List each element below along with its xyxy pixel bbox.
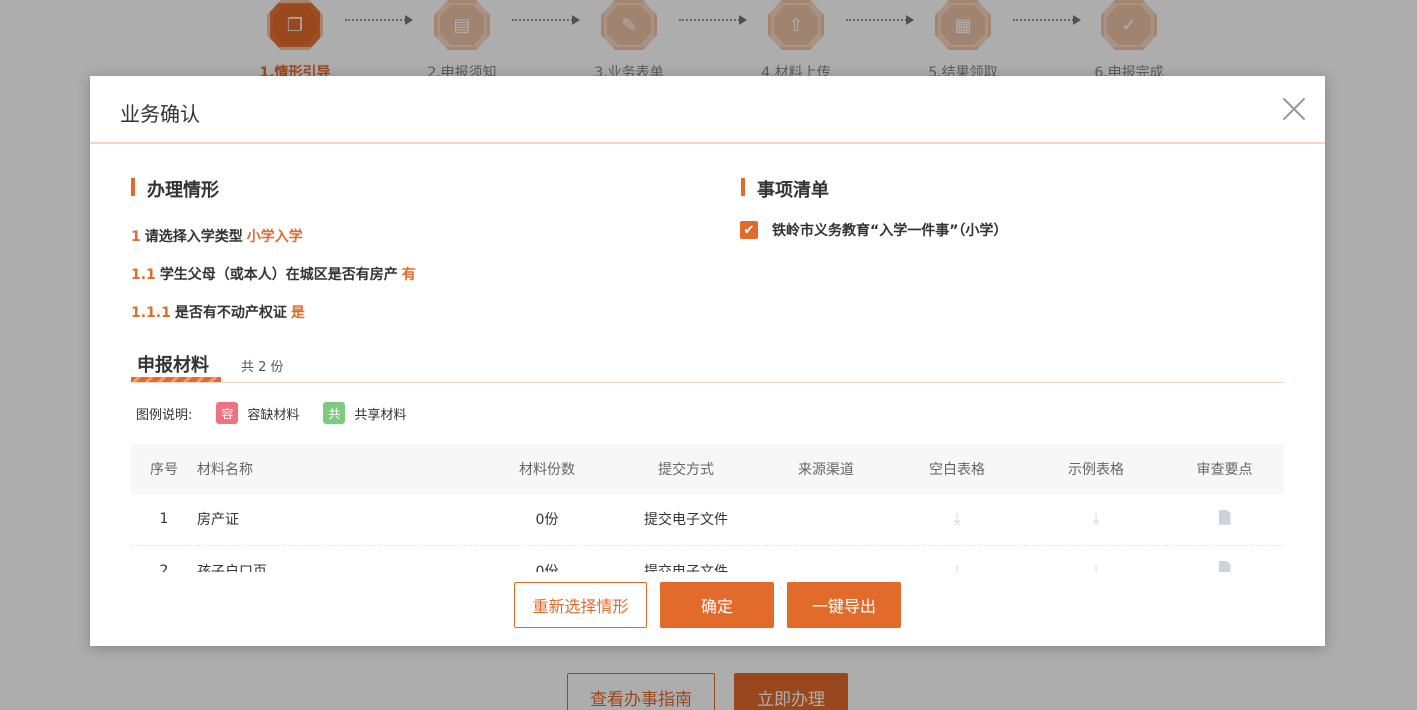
col-header: 材料名称: [197, 462, 253, 478]
business-confirm-modal: 业务确认 办理情形 1 请选择入学类型 小学入学 1.1 学生父母（或本人）在城区是否…: [90, 76, 1325, 646]
modal-footer: 重新选择情形 确定 一键导出: [90, 582, 1325, 628]
condition-row: 1.1.1 是否有不动产权证是: [131, 302, 305, 322]
cell-copies: 0份: [487, 545, 607, 572]
table-header-row: 序号 材料名称 材料份数 提交方式 来源渠道 空白表格 示例表格 审查要点: [131, 444, 1284, 494]
col-header: 序号: [150, 462, 178, 478]
condition-row: 1 请选择入学类型 小学入学: [131, 226, 303, 246]
materials-table: 序号 材料名称 材料份数 提交方式 来源渠道 空白表格 示例表格 审查要点 1 …: [131, 444, 1284, 572]
legend-label: 图例说明:: [136, 407, 193, 423]
condition-question: 请选择入学类型: [144, 229, 243, 245]
download-blank-icon[interactable]: ⤓: [953, 561, 960, 573]
condition-number: 1.1: [131, 267, 156, 283]
col-header: 材料份数: [519, 462, 575, 478]
col-header: 示例表格: [1068, 462, 1124, 478]
review-doc-icon[interactable]: [1218, 561, 1231, 572]
table-row: 1 房产证 0份 提交电子文件 ⤓ ⤓: [131, 494, 1284, 546]
condition-question: 学生父母（或本人）在城区是否有房产: [159, 267, 398, 283]
condition-answer: 小学入学: [246, 229, 303, 245]
cell-method: 提交电子文件: [607, 545, 765, 572]
cell-index: 2: [131, 545, 197, 572]
materials-tabbar: 申报材料 共 2 份: [131, 347, 1284, 383]
condition-number: 1.1.1: [131, 305, 171, 321]
modal-header: 业务确认: [90, 76, 1325, 144]
cell-index: 1: [131, 494, 197, 546]
col-header: 来源渠道: [798, 462, 854, 478]
condition-answer: 是: [290, 305, 305, 321]
tab-active-indicator: [131, 377, 221, 382]
legend-tag-optional: 容: [216, 402, 239, 424]
condition-question: 是否有不动产权证: [174, 305, 287, 321]
download-blank-icon[interactable]: ⤓: [953, 509, 960, 528]
legend-text-optional: 容缺材料: [247, 407, 300, 423]
reselect-situation-button[interactable]: 重新选择情形: [514, 582, 647, 628]
checklist-heading: 事项清单: [741, 176, 829, 202]
checklist-item: ✔ 铁岭市义务教育“入学一件事”（小学）: [740, 220, 1007, 240]
col-header: 空白表格: [929, 462, 985, 478]
export-button[interactable]: 一键导出: [787, 582, 901, 628]
confirm-button[interactable]: 确定: [660, 582, 774, 628]
materials-count: 共 2 份: [241, 360, 284, 375]
legend: 图例说明: 容 容缺材料 共 共享材料: [136, 402, 406, 424]
cell-copies: 0份: [487, 494, 607, 546]
download-sample-icon[interactable]: ⤓: [1092, 509, 1099, 528]
cell-method: 提交电子文件: [607, 494, 765, 546]
condition-row: 1.1 学生父母（或本人）在城区是否有房产有: [131, 264, 416, 284]
condition-answer: 有: [401, 267, 416, 283]
legend-tag-shared: 共: [323, 402, 346, 424]
condition-number: 1: [131, 229, 141, 245]
situation-heading: 办理情形: [131, 176, 219, 202]
download-sample-icon[interactable]: ⤓: [1092, 561, 1099, 573]
cell-name: 房产证: [197, 494, 487, 546]
table-row: 2 孩子户口页 0份 提交电子文件 ⤓ ⤓: [131, 545, 1284, 572]
col-header: 提交方式: [658, 462, 714, 478]
legend-text-shared: 共享材料: [354, 407, 407, 423]
modal-title: 业务确认: [120, 102, 200, 126]
close-icon[interactable]: [1281, 96, 1307, 122]
tab-materials[interactable]: 申报材料: [137, 351, 209, 377]
cell-source: [765, 545, 887, 572]
col-header: 审查要点: [1196, 462, 1253, 478]
cell-source: [765, 494, 887, 546]
review-doc-icon[interactable]: [1218, 509, 1231, 525]
checklist-item-label: 铁岭市义务教育“入学一件事”（小学）: [772, 223, 1008, 239]
cell-name: 孩子户口页: [197, 545, 487, 572]
checkbox-checked-icon[interactable]: ✔: [740, 221, 758, 239]
